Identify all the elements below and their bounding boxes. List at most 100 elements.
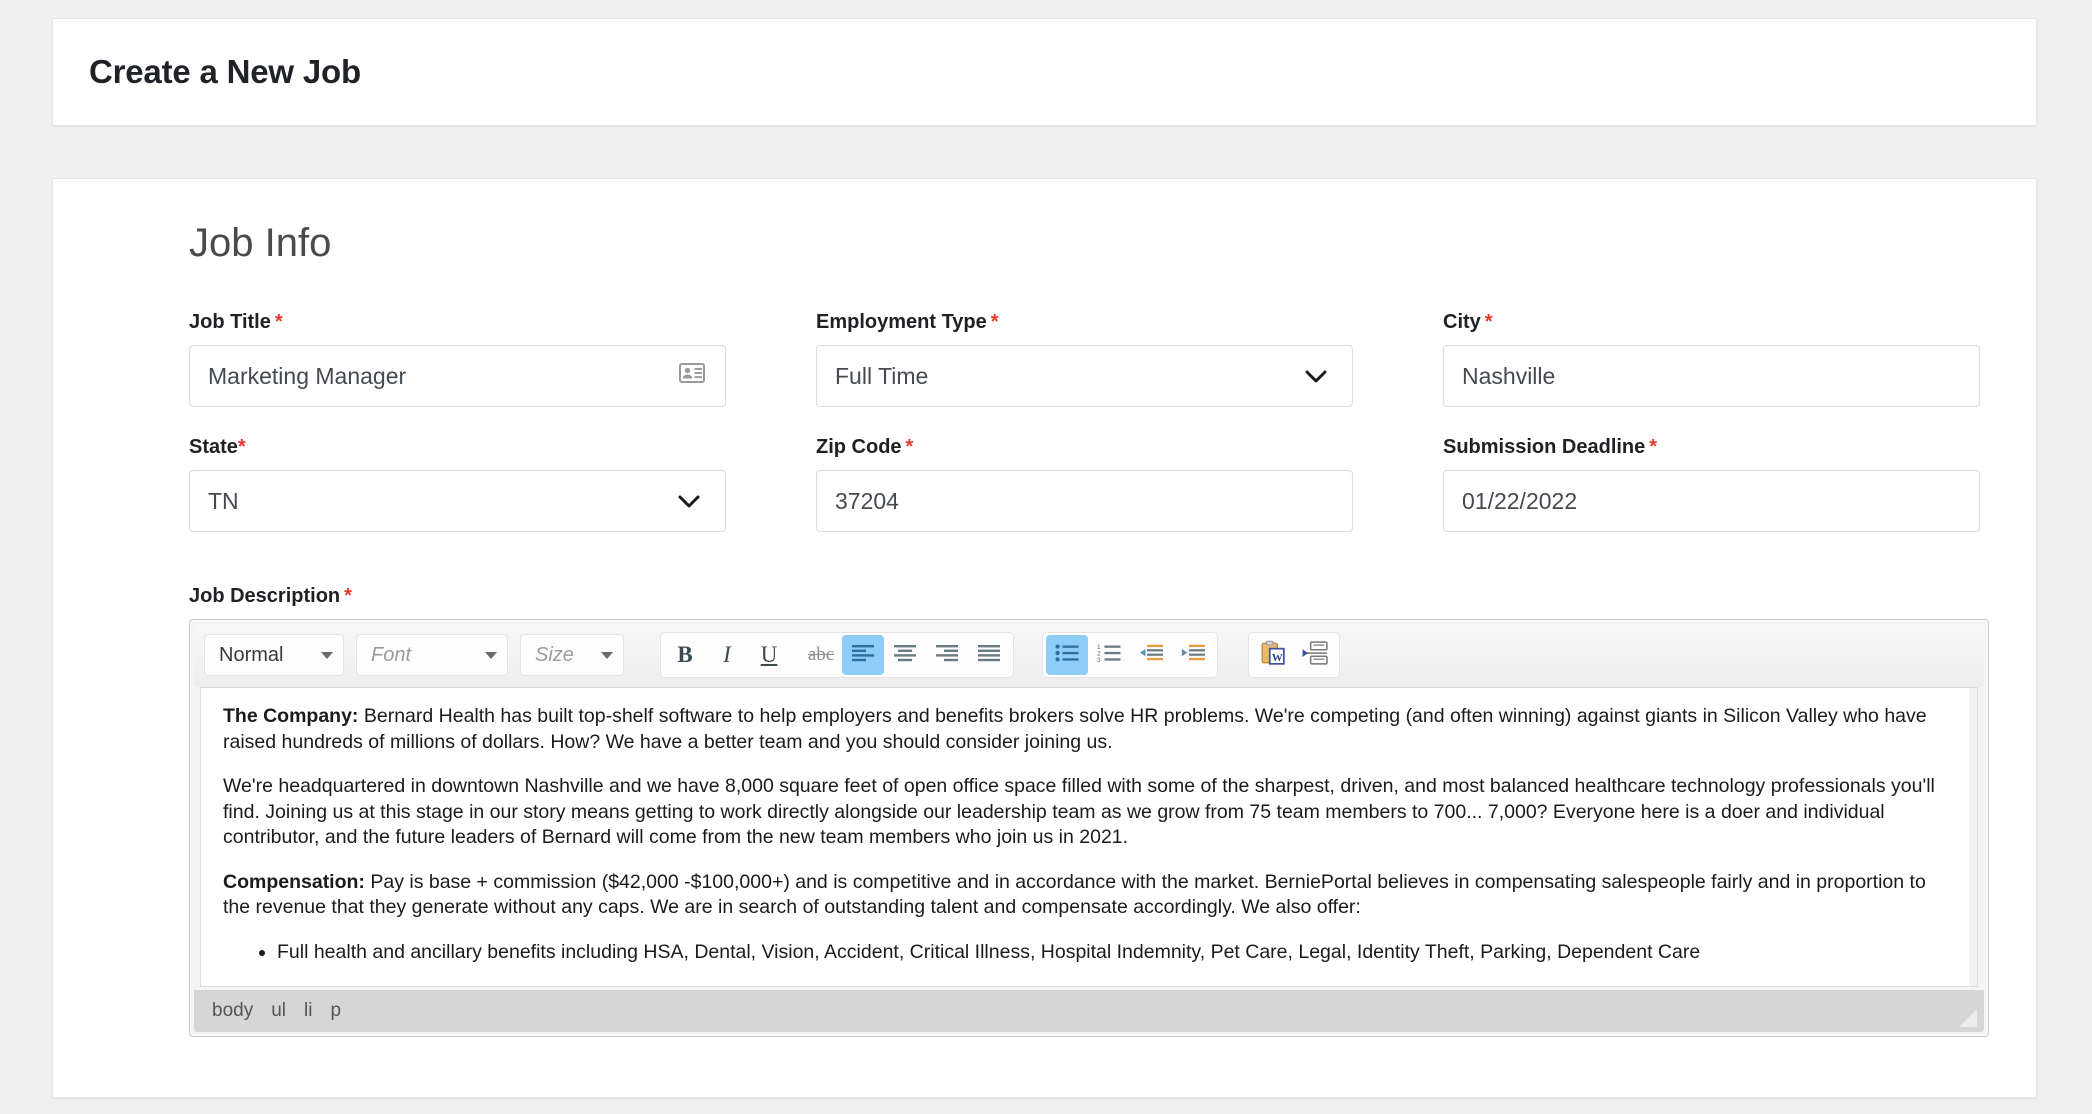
zip-code-input[interactable]: 37204: [816, 470, 1353, 532]
bold-icon: B: [677, 642, 693, 667]
field-city: City * Nashville: [1443, 310, 1980, 407]
editor-scrollbar[interactable]: [1969, 688, 1977, 986]
text-style-group: B I U abc: [660, 632, 1014, 678]
rich-text-editor: Normal Font Size B I U abc 1 2 3 W The C…: [189, 619, 1989, 1037]
chevron-down-icon: [321, 651, 333, 659]
editor-bullet-list: Full health and ancillary benefits inclu…: [223, 940, 1955, 966]
page-break-icon: [1302, 640, 1328, 670]
paste-from-word-icon: W: [1260, 640, 1286, 671]
label-city-text: City: [1443, 311, 1481, 333]
bold-button[interactable]: B: [664, 635, 706, 675]
paragraph-text: We're headquartered in downtown Nashvill…: [223, 775, 1935, 849]
page-break-button[interactable]: [1294, 635, 1336, 675]
paragraph-text: Bernard Health has built top-shelf softw…: [223, 705, 1927, 753]
strikethrough-icon: abc: [807, 644, 835, 665]
required-asterisk: *: [274, 311, 283, 333]
employment-type-value: Full Time: [835, 362, 929, 389]
required-asterisk: *: [344, 585, 352, 607]
required-asterisk: *: [990, 311, 999, 333]
outdent-icon: [1139, 644, 1163, 667]
job-title-value: Marketing Manager: [208, 362, 407, 389]
field-zip-code: Zip Code * 37204: [816, 435, 1353, 532]
row-gap: [189, 407, 1980, 435]
state-select[interactable]: TN: [189, 470, 726, 532]
grid-spacer: [1353, 310, 1443, 407]
field-state: State* TN: [189, 435, 726, 532]
italic-button[interactable]: I: [706, 635, 748, 675]
employment-type-select[interactable]: Full Time: [816, 345, 1353, 407]
page-title: Create a New Job: [89, 53, 361, 90]
editor-status-bar: body ul li p: [194, 990, 1984, 1032]
submission-deadline-value: 01/22/2022: [1462, 487, 1578, 514]
format-select[interactable]: Normal: [204, 634, 344, 676]
field-employment-type: Employment Type * Full Time: [816, 310, 1353, 407]
element-path-li[interactable]: li: [304, 1000, 312, 1022]
element-path-ul[interactable]: ul: [271, 1000, 286, 1022]
contact-card-icon[interactable]: [679, 363, 705, 389]
label-state: State*: [189, 435, 726, 459]
label-state-text: State: [189, 436, 238, 458]
job-info-card: Job Info Job Title * Marketing Manager E…: [52, 178, 2037, 1098]
font-select[interactable]: Font: [356, 634, 508, 676]
strikethrough-button[interactable]: abc: [800, 635, 842, 675]
section-title: Job Info: [189, 221, 332, 265]
font-select-placeholder: Font: [371, 643, 412, 666]
field-submission-deadline: Submission Deadline * 01/22/2022: [1443, 435, 1980, 532]
required-asterisk: *: [1649, 436, 1658, 458]
align-justify-button[interactable]: [968, 635, 1010, 675]
italic-icon: I: [723, 642, 731, 667]
page-header-card: Create a New Job: [52, 18, 2037, 126]
paste-from-word-button[interactable]: W: [1252, 635, 1294, 675]
job-info-form: Job Title * Marketing Manager Employment…: [189, 310, 1980, 532]
align-right-button[interactable]: [926, 635, 968, 675]
editor-paragraph: Compensation: Pay is base + commission (…: [223, 870, 1955, 921]
submission-deadline-input[interactable]: 01/22/2022: [1443, 470, 1980, 532]
size-select-placeholder: Size: [535, 643, 574, 666]
chevron-down-icon[interactable]: [1302, 362, 1330, 390]
paste-group: W: [1248, 632, 1340, 678]
label-employment-type-text: Employment Type: [816, 311, 987, 333]
resize-grip-icon[interactable]: [1956, 1006, 1978, 1028]
chevron-down-icon: [601, 651, 613, 659]
align-left-button[interactable]: [842, 635, 884, 675]
label-submission-deadline: Submission Deadline *: [1443, 435, 1980, 459]
chevron-down-icon: [485, 651, 497, 659]
numbered-list-button[interactable]: 1 2 3: [1088, 635, 1130, 675]
label-zip-code: Zip Code *: [816, 435, 1353, 459]
list-item: Full health and ancillary benefits inclu…: [277, 940, 1955, 966]
city-input[interactable]: Nashville: [1443, 345, 1980, 407]
format-select-value: Normal: [219, 643, 284, 666]
bullet-list-button[interactable]: [1046, 635, 1088, 675]
editor-toolbar: Normal Font Size B I U abc 1 2 3 W: [194, 624, 1984, 687]
chevron-down-icon[interactable]: [675, 487, 703, 515]
list-group: 1 2 3: [1042, 632, 1218, 678]
size-select[interactable]: Size: [520, 634, 624, 676]
label-submission-deadline-text: Submission Deadline: [1443, 436, 1646, 458]
paragraph-lead: Compensation:: [223, 870, 365, 893]
bullet-list-icon: [1055, 644, 1079, 667]
indent-icon: [1181, 644, 1205, 667]
outdent-button[interactable]: [1130, 635, 1172, 675]
align-right-icon: [936, 644, 958, 667]
paragraph-lead: The Company:: [223, 705, 359, 727]
label-job-title-text: Job Title: [189, 311, 271, 333]
editor-paragraph: We're headquartered in downtown Nashvill…: [223, 774, 1955, 851]
indent-button[interactable]: [1172, 635, 1214, 675]
underline-button[interactable]: U: [748, 635, 790, 675]
svg-text:W: W: [1272, 651, 1283, 663]
svg-text:3: 3: [1097, 657, 1101, 662]
label-employment-type: Employment Type *: [816, 310, 1353, 334]
element-path-body[interactable]: body: [212, 1000, 253, 1022]
required-asterisk: *: [237, 436, 246, 458]
align-center-button[interactable]: [884, 635, 926, 675]
required-asterisk: *: [1484, 311, 1493, 333]
editor-content-area[interactable]: The Company: Bernard Health has built to…: [200, 687, 1978, 987]
job-title-input[interactable]: Marketing Manager: [189, 345, 726, 407]
label-job-description-text: Job Description: [189, 585, 341, 607]
grid-spacer: [726, 310, 816, 407]
required-asterisk: *: [905, 436, 914, 458]
numbered-list-icon: 1 2 3: [1097, 644, 1121, 667]
align-left-icon: [852, 644, 874, 667]
zip-code-value: 37204: [835, 487, 899, 514]
element-path-p[interactable]: p: [330, 1000, 341, 1022]
